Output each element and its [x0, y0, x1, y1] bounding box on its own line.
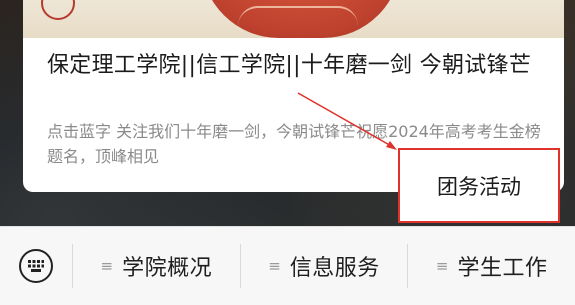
article-title: 保定理工学院||信工学院||十年磨一剑 今朝试锋芒 [47, 53, 532, 78]
menu-item-label: 学生工作 [457, 256, 548, 281]
chat-screen: 保定理工学院||信工学院||十年磨一剑 今朝试锋芒 点击蓝字 关注我们十年磨一剑… [0, 0, 575, 305]
seal-emblem-icon [41, 0, 75, 20]
menu-lines-icon: ≡ [268, 256, 281, 275]
menu-item-info-services[interactable]: ≡ 信息服务 [241, 227, 408, 305]
keyboard-toggle-button[interactable] [0, 227, 72, 305]
menu-item-college-overview[interactable]: ≡ 学院概况 [73, 227, 240, 305]
keyboard-icon [19, 249, 53, 283]
bottom-menu-bar: ≡ 学院概况 ≡ 信息服务 ≡ 学生工作 [0, 226, 575, 305]
menu-item-student-affairs[interactable]: ≡ 学生工作 [408, 227, 575, 305]
submenu-item-label: 团务活动 [437, 174, 521, 199]
keyboard-glyph [28, 260, 44, 272]
article-cover-image[interactable] [23, 0, 564, 38]
bowl-decoration [238, 6, 358, 26]
submenu-item-tuanwu[interactable]: 团务活动 [398, 148, 560, 223]
menu-item-label: 信息服务 [289, 256, 380, 281]
menu-item-label: 学院概况 [122, 256, 213, 281]
menu-lines-icon: ≡ [100, 256, 114, 275]
menu-lines-icon: ≡ [435, 256, 449, 275]
